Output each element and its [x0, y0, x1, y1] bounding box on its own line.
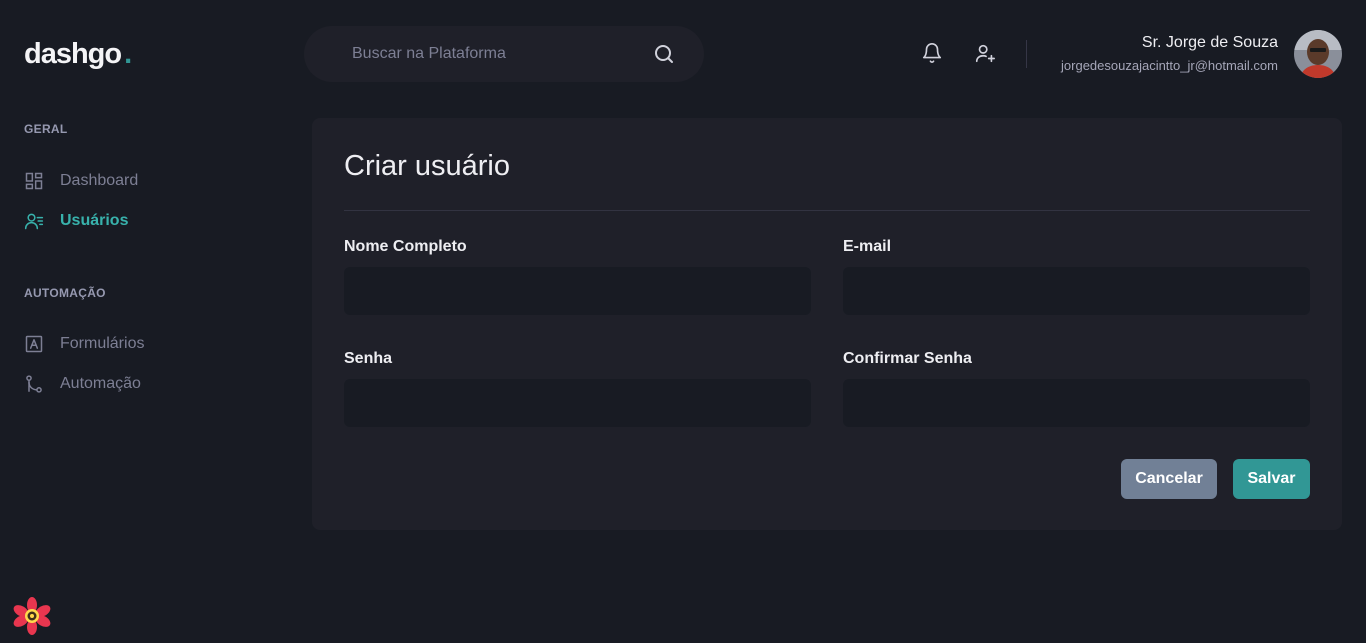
email-label: E-mail — [843, 238, 892, 255]
title-divider — [344, 210, 1310, 211]
form-icon — [25, 335, 43, 353]
search-input[interactable] — [352, 26, 642, 82]
profile-name: Sr. Jorge de Souza — [1141, 34, 1278, 51]
sidebar-item-label: Dashboard — [60, 172, 139, 189]
password-input[interactable] — [344, 379, 811, 427]
devtools-toggle[interactable] — [12, 596, 52, 636]
avatar[interactable] — [1294, 30, 1342, 78]
header: dashgo. Sr. Jorge de Souza jorgedesouzaj… — [0, 0, 1366, 108]
dashboard-icon — [25, 172, 43, 190]
sidebar-item-label: Formulários — [60, 335, 145, 352]
sidebar-item-usuarios[interactable]: Usuários — [24, 209, 128, 233]
flower-logo-icon — [13, 597, 51, 635]
confirm-password-label: Confirmar Senha — [843, 350, 972, 367]
email-input[interactable] — [843, 267, 1310, 315]
confirm-password-input[interactable] — [843, 379, 1310, 427]
sidebar-item-label: Automação — [60, 375, 141, 392]
page-title: Criar usuário — [344, 150, 510, 182]
users-icon — [24, 213, 44, 230]
sidebar-item-label: Usuários — [60, 212, 129, 229]
save-button[interactable]: Salvar — [1233, 459, 1310, 499]
sidebar-item-formularios[interactable]: Formulários — [24, 332, 144, 356]
create-user-card: Criar usuário Nome Completo E-mail Senha… — [312, 118, 1342, 530]
profile-email: jorgedesouzajacintto_jr@hotmail.com — [1061, 58, 1278, 73]
full-name-input[interactable] — [344, 267, 811, 315]
full-name-label: Nome Completo — [344, 238, 467, 255]
search-icon[interactable] — [652, 42, 676, 66]
password-label: Senha — [344, 350, 393, 367]
logo[interactable]: dashgo. — [24, 38, 132, 71]
sidebar-section-automacao: AUTOMAÇÃO — [24, 286, 106, 300]
user-add-icon[interactable] — [974, 42, 996, 64]
sidebar-section-geral: GERAL — [24, 122, 68, 136]
sidebar-item-automacao[interactable]: Automação — [24, 372, 141, 396]
logo-text: dashgo — [24, 38, 122, 70]
cancel-button[interactable]: Cancelar — [1121, 459, 1217, 499]
git-merge-icon — [26, 375, 42, 393]
header-divider — [1026, 40, 1027, 68]
search-bar — [304, 26, 704, 82]
logo-dot: . — [124, 38, 132, 70]
bell-icon[interactable] — [921, 42, 943, 64]
sidebar-item-dashboard[interactable]: Dashboard — [24, 169, 138, 193]
